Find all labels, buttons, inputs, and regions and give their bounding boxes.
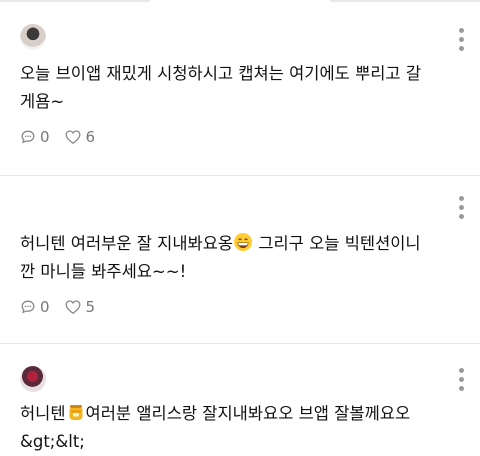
comment-stats: 0 6: [20, 128, 109, 146]
comment-text: 허니텐 여러부운 잘 지내봐요옹 그리구 오늘 빅텐션이니 깐 마니들 봐주세요…: [20, 230, 465, 286]
top-divider-right: [330, 0, 480, 2]
user-avatar-icon[interactable]: [20, 24, 46, 50]
like-count-value: 5: [85, 298, 96, 316]
reply-count[interactable]: 0: [20, 128, 50, 146]
speech-bubble-icon: [21, 130, 35, 144]
more-options-icon[interactable]: [458, 28, 464, 51]
honey-pot-emoji: [69, 405, 83, 420]
heart-icon: [65, 130, 80, 144]
more-options-icon[interactable]: [458, 368, 464, 391]
heart-icon: [65, 300, 80, 314]
like-count[interactable]: 6: [64, 128, 96, 146]
reply-count-value: 0: [40, 128, 50, 146]
comment-text-part: 허니텐: [20, 404, 66, 423]
like-count-value: 6: [85, 128, 96, 146]
grinning-face-emoji: [234, 233, 253, 251]
comment-text-part: 허니텐 여러부운 잘 지내봐요옹: [20, 234, 234, 253]
like-count[interactable]: 5: [64, 298, 96, 316]
comment-text: 허니텐 여러분 앨리스랑 잘지내봐요오 브앱 잘볼께요오 &gt;&lt;: [20, 400, 465, 456]
comment-divider: [0, 175, 480, 176]
reply-count[interactable]: 0: [20, 298, 50, 316]
comment-divider: [0, 343, 480, 344]
user-avatar-icon[interactable]: [20, 366, 46, 392]
comment-text: 오늘 브이앱 재밌게 시청하시고 캡쳐는 여기에도 뿌리고 갈 게욤~: [20, 64, 422, 111]
comment-stats: 0 5: [20, 298, 109, 316]
more-options-icon[interactable]: [458, 196, 464, 219]
top-divider-left: [0, 0, 150, 2]
speech-bubble-icon: [21, 300, 35, 314]
reply-count-value: 0: [40, 298, 50, 316]
